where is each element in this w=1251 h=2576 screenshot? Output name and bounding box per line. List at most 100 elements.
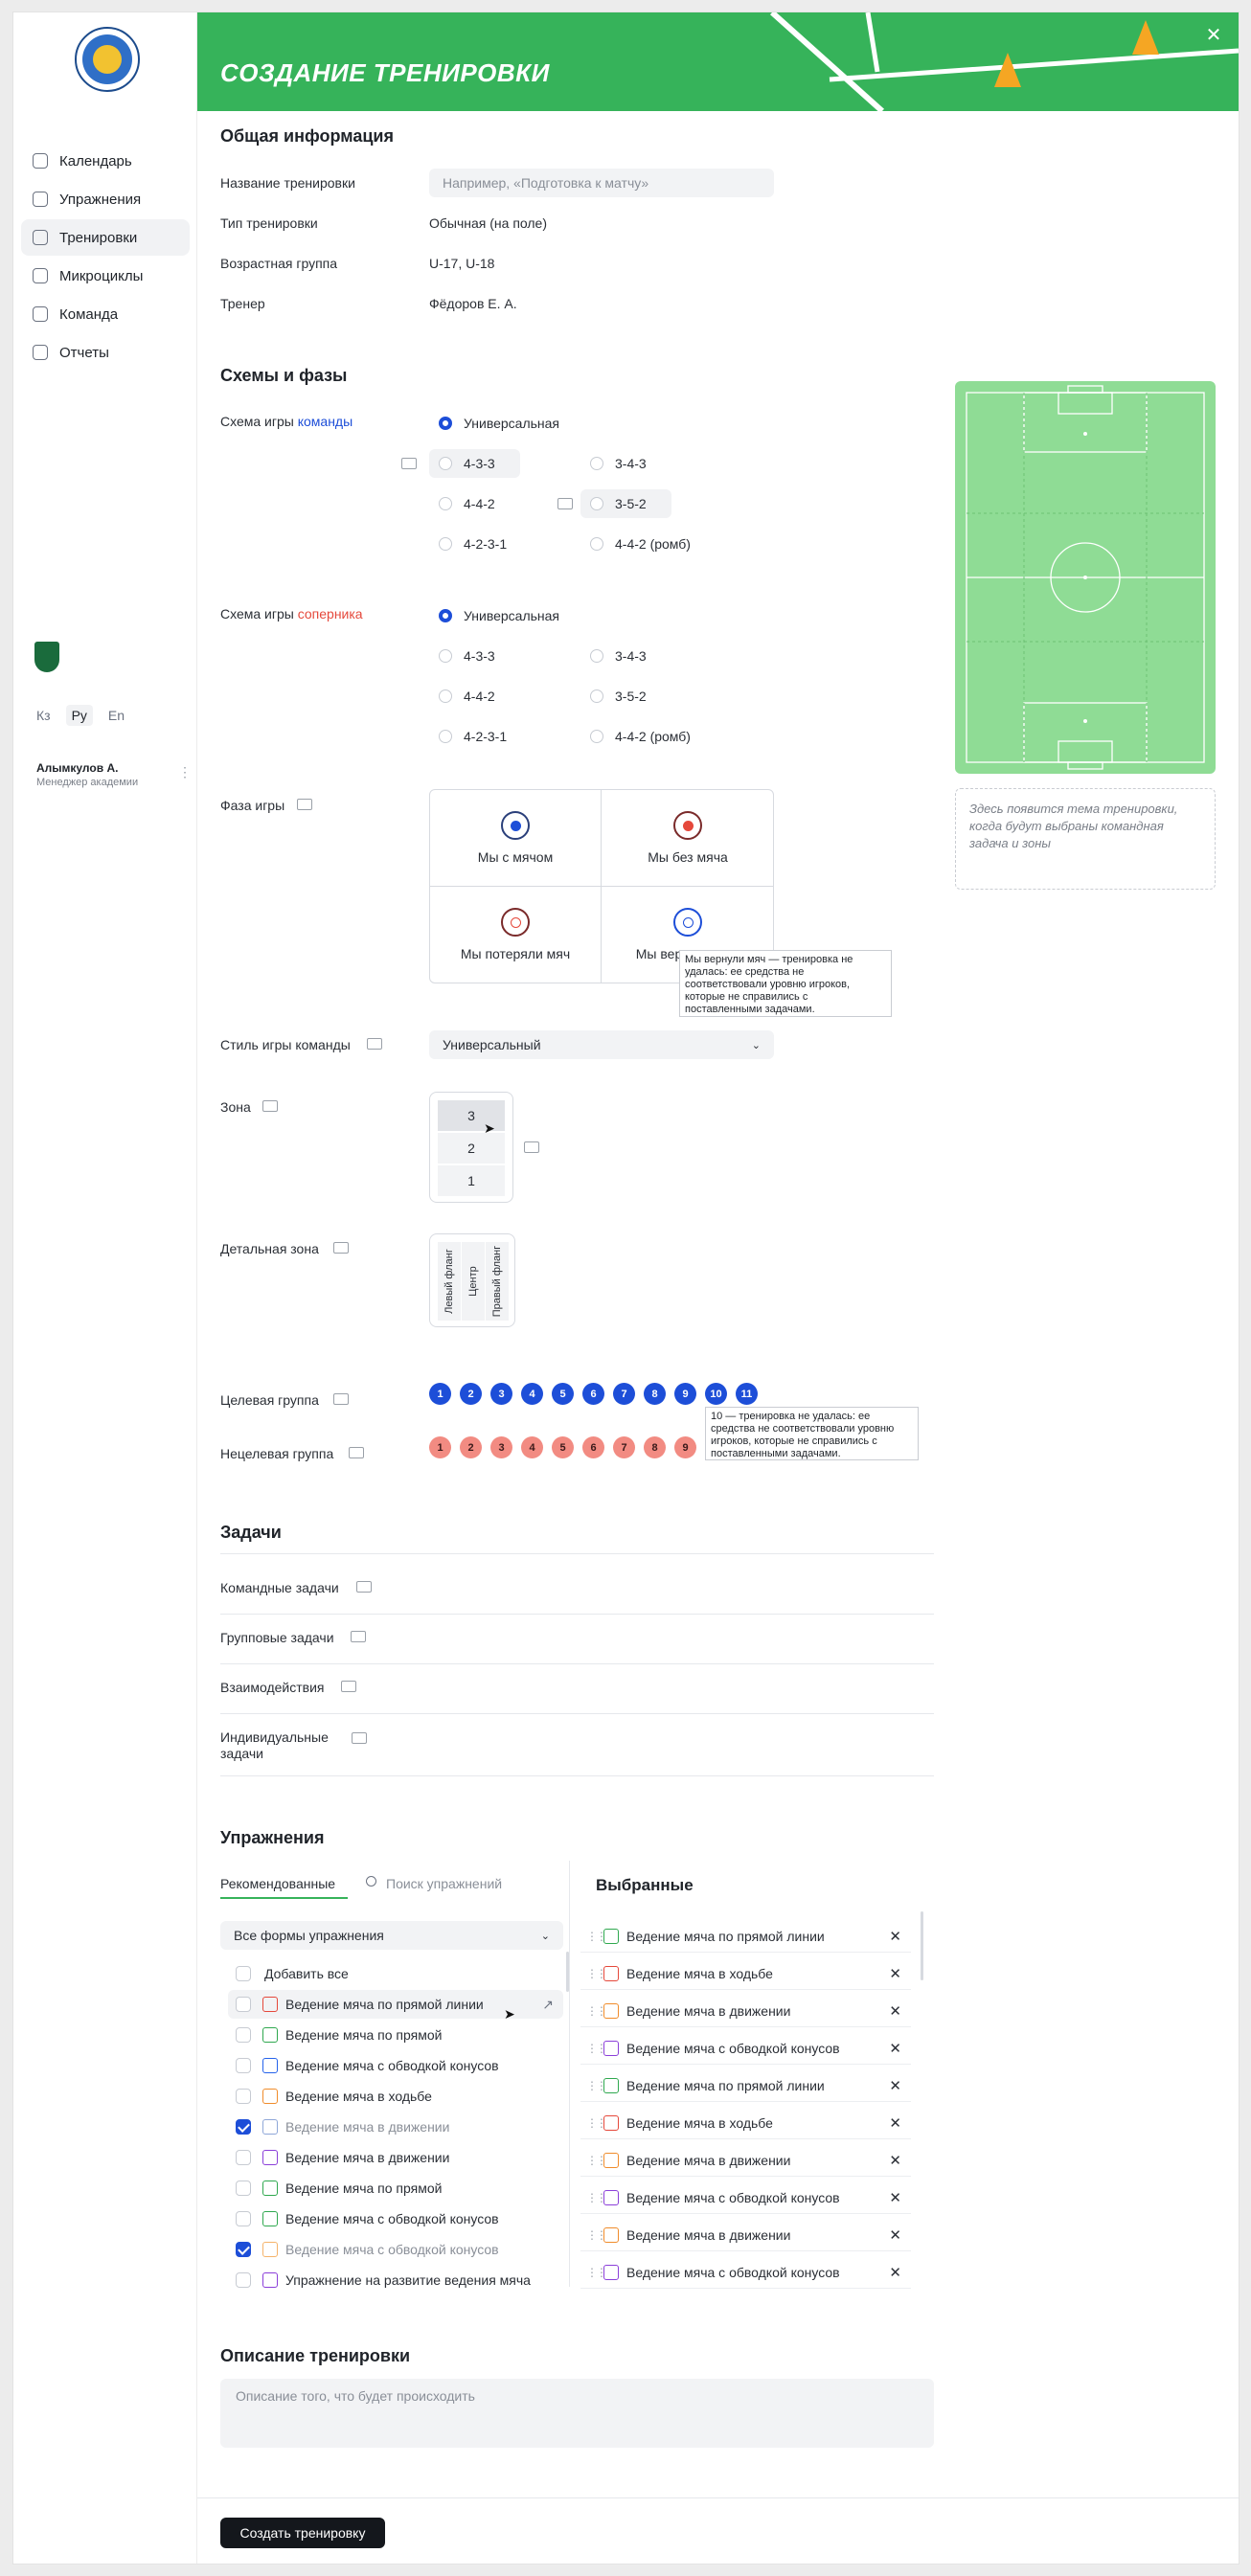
nontarget-number[interactable]: 5 [552,1436,574,1458]
nontarget-number[interactable]: 9 [674,1436,696,1458]
drag-handle-icon[interactable]: ⋮⋮ [586,2042,607,2055]
team-scheme-4-3-3[interactable]: 4-3-3 [429,449,520,478]
opponent-scheme-4-4-2[interactable]: 4-4-2 [429,682,505,711]
zone-cell-1[interactable]: 1 [438,1165,505,1196]
exercise-form-filter[interactable]: Все формы упражнения ⌄ [220,1921,563,1950]
remove-icon[interactable]: ✕ [889,2152,901,2169]
team-scheme-3-4-3[interactable]: 3-4-3 [580,449,656,478]
user-menu-icon[interactable]: ⋮ [178,764,192,780]
detail-zone-left[interactable]: Левый фланг [438,1242,461,1321]
phase-without-ball[interactable]: Мы без мяча [602,790,774,887]
interactions-label[interactable]: Взаимодействия [220,1680,325,1695]
target-number[interactable]: 5 [552,1383,574,1405]
team-scheme-4-4-2[interactable]: 4-4-2 [429,489,505,518]
drag-handle-icon[interactable]: ⋮⋮ [586,2004,607,2018]
target-number[interactable]: 3 [490,1383,512,1405]
selected-exercise-row[interactable]: ⋮⋮ Ведение мяча с обводкой конусов ✕ [580,2032,911,2065]
book-icon[interactable] [341,1681,356,1692]
remove-icon[interactable]: ✕ [889,2189,901,2206]
scrollbar[interactable] [921,1911,923,1980]
sidebar-item-4[interactable]: Команда [21,296,190,332]
exercise-checkbox[interactable] [236,2027,251,2043]
nontarget-number[interactable]: 6 [582,1436,604,1458]
drag-handle-icon[interactable]: ⋮⋮ [586,2116,607,2130]
phase-with-ball[interactable]: Мы с мячом [430,790,602,887]
description-textarea[interactable]: Описание того, что будет происходить [220,2379,934,2448]
book-icon[interactable] [349,1447,364,1458]
book-icon[interactable] [351,1631,366,1642]
team-tasks-label[interactable]: Командные задачи [220,1580,339,1595]
close-button[interactable]: ✕ [1202,24,1225,47]
remove-icon[interactable]: ✕ [889,1965,901,1982]
selected-exercise-row[interactable]: ⋮⋮ Ведение мяча в движении ✕ [580,1995,911,2027]
exercise-checkbox[interactable] [236,2089,251,2104]
selected-exercise-row[interactable]: ⋮⋮ Ведение мяча в ходьбе ✕ [580,1957,911,1990]
book-icon[interactable] [333,1393,349,1405]
book-icon[interactable] [367,1038,382,1050]
selected-exercise-row[interactable]: ⋮⋮ Ведение мяча в движении ✕ [580,2219,911,2251]
remove-icon[interactable]: ✕ [889,2002,901,2020]
book-icon[interactable] [352,1732,367,1744]
selected-exercise-row[interactable]: ⋮⋮ Ведение мяча с обводкой конусов ✕ [580,2181,911,2214]
drag-handle-icon[interactable]: ⋮⋮ [586,2191,607,2204]
target-number[interactable]: 4 [521,1383,543,1405]
selected-exercise-row[interactable]: ⋮⋮ Ведение мяча в ходьбе ✕ [580,2107,911,2139]
target-number[interactable]: 11 [736,1383,758,1405]
team-scheme-4-2-3-1[interactable]: 4-2-3-1 [429,530,516,558]
team-style-select[interactable]: Универсальный ⌄ [429,1030,774,1059]
tab-recommended[interactable]: Рекомендованные [220,1876,335,1891]
add-all-checkbox[interactable] [236,1966,251,1981]
target-number[interactable]: 10 [705,1383,727,1405]
team-scheme-4-4-2-rhombus[interactable]: 4-4-2 (ромб) [580,530,700,558]
opponent-scheme-universal[interactable]: Универсальная [429,601,569,630]
sidebar-item-2[interactable]: Тренировки [21,219,190,256]
nontarget-number[interactable]: 4 [521,1436,543,1458]
remove-icon[interactable]: ✕ [889,2040,901,2057]
create-training-button[interactable]: Создать тренировку [220,2518,385,2548]
drag-handle-icon[interactable]: ⋮⋮ [586,2228,607,2242]
drag-handle-icon[interactable]: ⋮⋮ [586,2266,607,2279]
detail-zone-right[interactable]: Правый фланг [486,1242,509,1321]
exercise-checkbox[interactable] [236,2150,251,2165]
exercise-checkbox[interactable] [236,1997,251,2012]
target-number[interactable]: 8 [644,1383,666,1405]
target-number[interactable]: 7 [613,1383,635,1405]
drag-handle-icon[interactable]: ⋮⋮ [586,1967,607,1980]
selected-exercise-row[interactable]: ⋮⋮ Ведение мяча в движении ✕ [580,2144,911,2177]
book-icon[interactable] [356,1581,372,1593]
drag-handle-icon[interactable]: ⋮⋮ [586,2079,607,2092]
exercise-checkbox[interactable] [236,2272,251,2288]
opponent-scheme-4-3-3[interactable]: 4-3-3 [429,642,505,670]
club-logo[interactable] [75,27,140,92]
exercise-checkbox[interactable] [236,2211,251,2226]
user-name[interactable]: Алымкулов А. [36,761,118,775]
opponent-scheme-4-4-2-rhombus[interactable]: 4-4-2 (ромб) [580,722,700,751]
exercise-search-input[interactable]: Поиск упражнений [386,1876,502,1891]
opponent-scheme-3-5-2[interactable]: 3-5-2 [580,682,656,711]
phase-lost-ball[interactable]: Мы потеряли мяч [430,887,602,983]
opponent-scheme-4-2-3-1[interactable]: 4-2-3-1 [429,722,516,751]
sidebar-item-1[interactable]: Упражнения [21,181,190,217]
book-icon[interactable] [297,799,312,810]
exercise-checkbox[interactable] [236,2181,251,2196]
book-icon[interactable] [557,498,573,509]
sidebar-item-3[interactable]: Микроциклы [21,258,190,294]
target-number[interactable]: 1 [429,1383,451,1405]
exercise-checkbox[interactable] [236,2119,251,2135]
exercise-checkbox[interactable] [236,2058,251,2073]
target-number[interactable]: 9 [674,1383,696,1405]
open-exercise-icon[interactable]: ↗ [542,1997,554,2013]
remove-icon[interactable]: ✕ [889,2077,901,2094]
target-number[interactable]: 2 [460,1383,482,1405]
detail-zone-center[interactable]: Центр [462,1242,485,1321]
group-tasks-label[interactable]: Групповые задачи [220,1630,334,1645]
training-name-input[interactable]: Например, «Подготовка к матчу» [429,169,774,197]
individual-tasks-label[interactable]: Индивидуальные задачи [220,1729,354,1762]
book-icon[interactable] [524,1141,539,1153]
nontarget-number[interactable]: 2 [460,1436,482,1458]
sidebar-item-5[interactable]: Отчеты [21,334,190,371]
nontarget-number[interactable]: 3 [490,1436,512,1458]
exercise-checkbox[interactable] [236,2242,251,2257]
language-option[interactable]: Кз [36,708,51,723]
sidebar-item-0[interactable]: Календарь [21,143,190,179]
